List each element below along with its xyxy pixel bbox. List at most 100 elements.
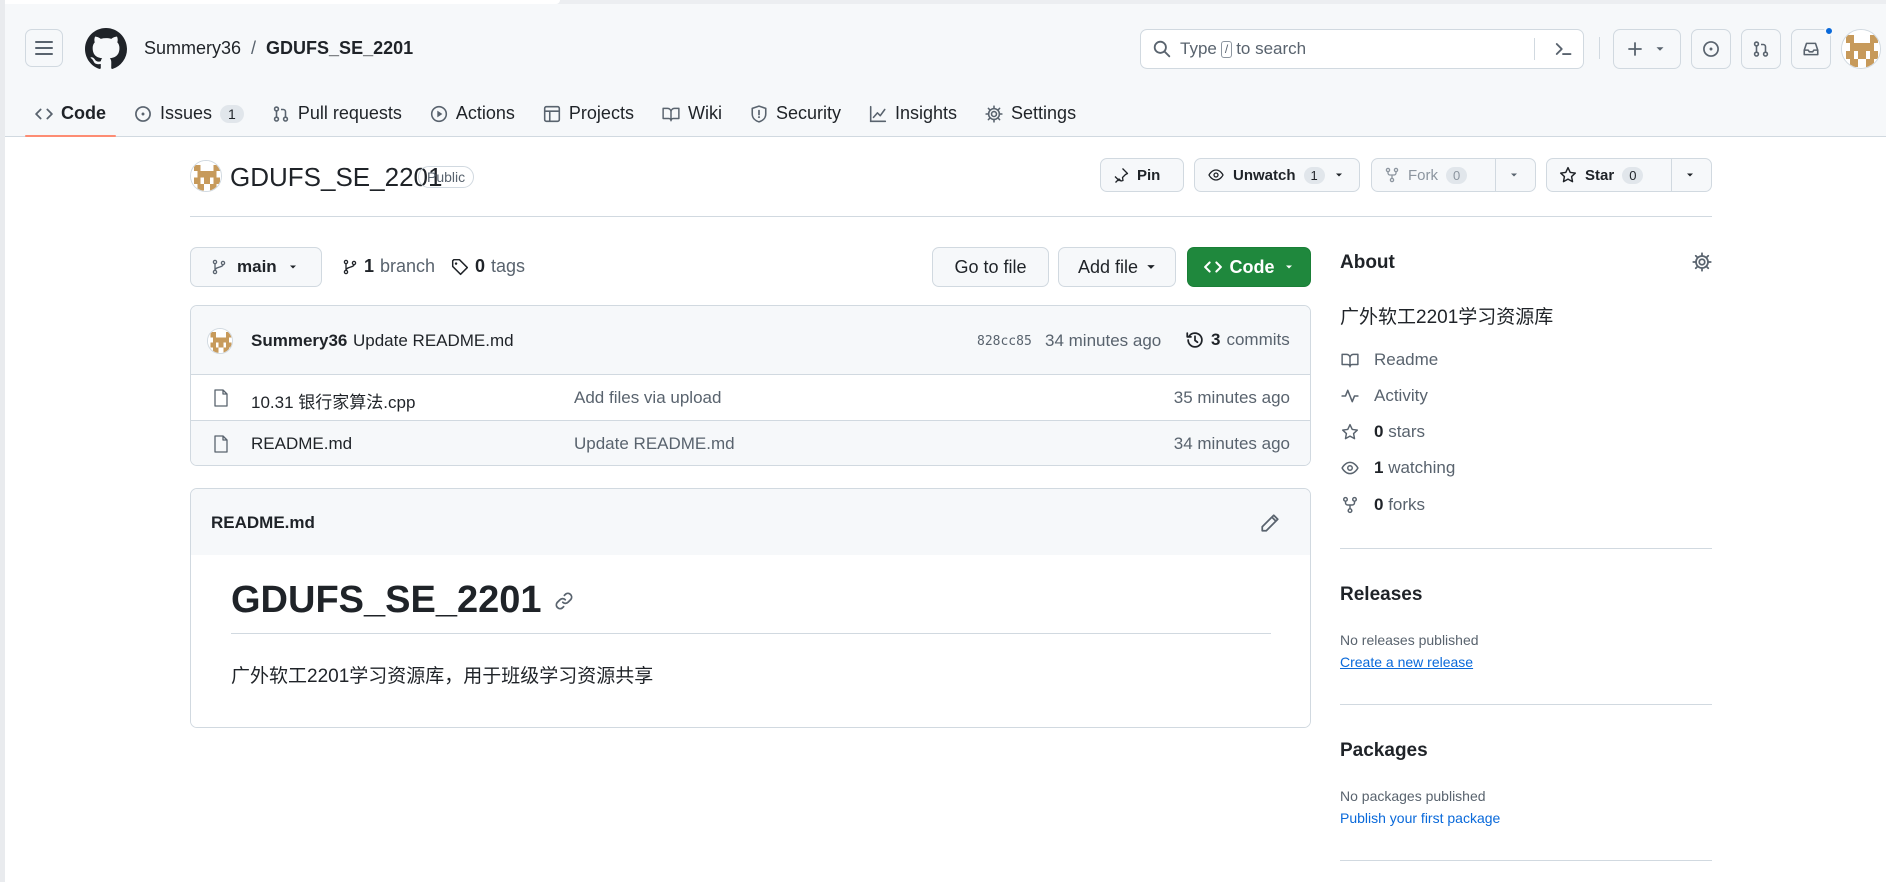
repo-nav-tabs: Code Issues 1 Pull requests Actions Proj…: [25, 90, 1094, 137]
stars-link[interactable]: 0 stars: [1340, 422, 1425, 442]
add-file-button[interactable]: Add file: [1058, 247, 1176, 287]
branches-link[interactable]: 1 branch: [342, 256, 435, 277]
watching-count: 1: [1374, 458, 1384, 477]
forks-link[interactable]: 0 forks: [1340, 495, 1425, 515]
chevron-down-icon: [1687, 173, 1693, 177]
star-list-dropdown[interactable]: [1671, 159, 1708, 191]
user-avatar[interactable]: [1841, 29, 1881, 69]
forks-count: 0: [1374, 495, 1384, 514]
edit-about-button[interactable]: [1692, 252, 1712, 272]
commits-link[interactable]: 3 commits: [1185, 330, 1290, 350]
star-button[interactable]: Star 0: [1546, 158, 1712, 192]
tab-security[interactable]: Security: [740, 90, 851, 137]
tab-label: Wiki: [687, 103, 722, 123]
link-icon[interactable]: [554, 591, 574, 611]
pull-request-icon: [1753, 41, 1769, 57]
tab-label: Code: [61, 103, 106, 123]
about-heading: About: [1340, 252, 1395, 273]
file-name-link[interactable]: 10.31 银行家算法.cpp: [251, 388, 415, 413]
add-file-label: Add file: [1077, 256, 1139, 277]
pin-icon: [1114, 168, 1129, 183]
visibility-badge: Public: [418, 166, 475, 188]
pulse-icon: [1341, 389, 1359, 403]
repo-title[interactable]: GDUFS_SE_2201: [230, 162, 442, 193]
commit-sha-link[interactable]: 828cc85: [977, 334, 1032, 349]
branch-count: 1: [364, 256, 375, 276]
tab-issues[interactable]: Issues 1: [124, 90, 254, 137]
search-icon: [1153, 40, 1171, 58]
menu-button[interactable]: [25, 29, 63, 67]
breadcrumb-repo-link[interactable]: GDUFS_SE_2201: [266, 38, 413, 59]
latest-commit-bar: Summery36 Update README.md 828cc85 34 mi…: [191, 306, 1310, 375]
tab-projects[interactable]: Projects: [533, 90, 644, 137]
star-count: 0: [1622, 166, 1644, 184]
tab-actions[interactable]: Actions: [420, 90, 525, 137]
your-issues-button[interactable]: [1691, 29, 1731, 69]
fork-label: Fork: [1408, 166, 1438, 184]
chevron-down-icon: [1335, 173, 1342, 177]
table-icon: [543, 105, 561, 122]
tags-link[interactable]: 0 tags: [451, 256, 525, 277]
tab-settings[interactable]: Settings: [975, 90, 1086, 137]
stars-count: 0: [1374, 422, 1384, 441]
search-input[interactable]: Type / to search: [1140, 29, 1584, 69]
about-description: 广外软工2201学习资源库: [1340, 307, 1554, 328]
tab-pull-requests[interactable]: Pull requests: [262, 90, 412, 137]
file-row[interactable]: README.md Update README.md 34 minutes ag…: [191, 421, 1310, 465]
pin-button[interactable]: Pin: [1100, 158, 1184, 192]
issue-icon: [1703, 41, 1719, 57]
breadcrumb-owner-link[interactable]: Summery36: [144, 38, 241, 59]
readme-header: README.md: [191, 489, 1310, 555]
go-to-file-button[interactable]: Go to file: [932, 247, 1049, 287]
file-commit-message-link[interactable]: Update README.md: [574, 434, 735, 454]
watchers-link[interactable]: 1 watching: [1340, 458, 1455, 478]
fork-icon: [1385, 167, 1399, 183]
command-palette-icon[interactable]: [1553, 39, 1573, 59]
breadcrumb: Summery36 / GDUFS_SE_2201: [144, 38, 413, 59]
file-row[interactable]: 10.31 银行家算法.cpp Add files via upload 35 …: [191, 375, 1310, 421]
edit-readme-button[interactable]: [1260, 513, 1280, 533]
releases-empty-text: No releases published: [1340, 632, 1479, 648]
sidebar-divider: [1340, 860, 1712, 861]
readme-paragraph: 广外软工2201学习资源库，用于班级学习资源共享: [231, 666, 654, 687]
readme-filename[interactable]: README.md: [211, 513, 315, 533]
publish-package-link[interactable]: Publish your first package: [1340, 810, 1500, 826]
your-pull-requests-button[interactable]: [1741, 29, 1781, 69]
shield-icon: [751, 104, 767, 123]
notification-indicator: [1824, 26, 1834, 36]
header-divider: [1599, 37, 1600, 59]
commit-author-link[interactable]: Summery36: [251, 331, 347, 351]
plus-icon: [1628, 42, 1642, 56]
fork-button[interactable]: Fork 0: [1371, 158, 1536, 192]
activity-link[interactable]: Activity: [1340, 386, 1428, 406]
repo-owner-avatar[interactable]: [190, 160, 222, 192]
unwatch-button[interactable]: Unwatch 1: [1194, 158, 1360, 192]
tab-insights[interactable]: Insights: [859, 90, 967, 137]
commit-message-link[interactable]: Update README.md: [353, 331, 514, 351]
tab-wiki[interactable]: Wiki: [652, 90, 732, 137]
book-icon: [662, 107, 680, 121]
star-icon: [1559, 166, 1577, 183]
packages-heading[interactable]: Packages: [1340, 740, 1428, 762]
chevron-down-icon: [1511, 173, 1517, 177]
create-release-link[interactable]: Create a new release: [1340, 654, 1473, 670]
readme-link[interactable]: Readme: [1340, 350, 1438, 370]
sidebar-divider: [1340, 704, 1712, 705]
fork-dropdown-button[interactable]: [1495, 159, 1532, 191]
create-new-button[interactable]: [1613, 29, 1681, 69]
file-commit-message-link[interactable]: Add files via upload: [574, 388, 721, 408]
star-icon: [1341, 423, 1359, 440]
branch-icon: [343, 259, 357, 274]
code-icon: [1203, 261, 1222, 273]
branch-selector-button[interactable]: main: [190, 247, 322, 287]
file-name-link[interactable]: README.md: [251, 434, 352, 454]
code-button-label: Code: [1229, 256, 1275, 277]
tab-code[interactable]: Code: [25, 90, 116, 137]
tab-label: Issues: [160, 103, 213, 123]
code-dropdown-button[interactable]: Code: [1187, 247, 1311, 287]
search-placeholder-suffix: to search: [1236, 39, 1307, 58]
github-logo-icon[interactable]: [85, 28, 127, 70]
releases-heading[interactable]: Releases: [1340, 584, 1422, 606]
commit-author-avatar[interactable]: [207, 328, 233, 354]
graph-icon: [869, 105, 887, 122]
